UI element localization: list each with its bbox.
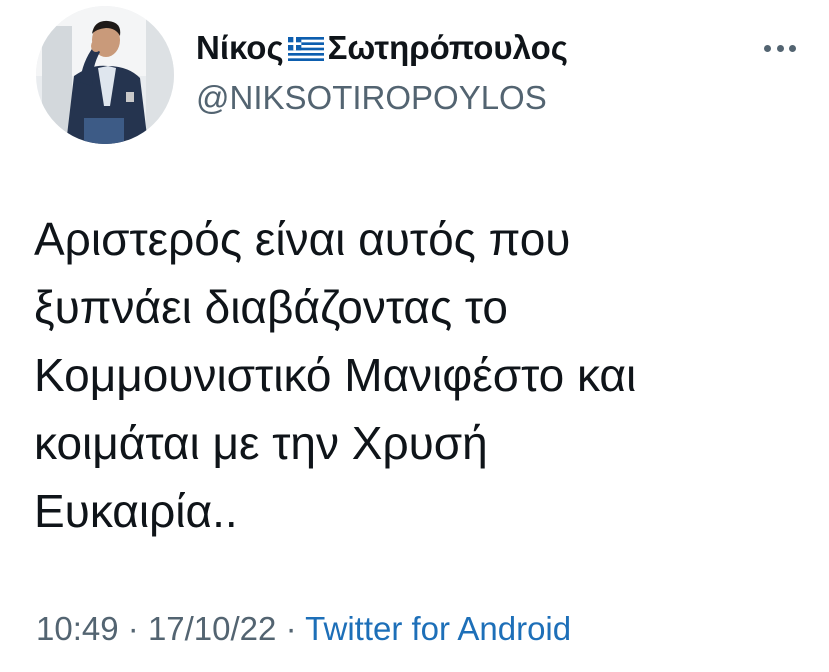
tweet-text-line: κοιμάται με την Χρυσή xyxy=(34,417,488,469)
author-last-name: Σωτηρόπουλος xyxy=(327,29,568,66)
greek-flag-icon xyxy=(287,37,324,61)
more-dot xyxy=(789,44,796,52)
meta-separator: · xyxy=(127,610,139,647)
author-handle[interactable]: @NIKSOTIROPOYLOS xyxy=(196,78,547,118)
author-avatar[interactable] xyxy=(36,6,174,144)
tweet-date[interactable]: 17/10/22 xyxy=(148,610,276,647)
author-first-name: Νίκος xyxy=(196,29,284,66)
tweet-text-line: Ευκαιρία.. xyxy=(34,485,238,537)
meta-separator: · xyxy=(285,610,297,647)
tweet-text-line: ξυπνάει διαβάζοντας το xyxy=(34,281,509,333)
tweet-text-line: Κομμουνιστικό Μανιφέστο και xyxy=(34,349,637,401)
more-dot xyxy=(776,44,784,52)
tweet-text-line: Αριστερός είναι αυτός που xyxy=(34,213,571,265)
tweet-text: Αριστερός είναι αυτός που ξυπνάει διαβάζ… xyxy=(34,205,814,545)
tweet-source-link[interactable]: Twitter for Android xyxy=(305,610,571,647)
more-options-icon[interactable] xyxy=(764,38,796,58)
author-display-name[interactable]: Νίκος Σωτηρόπουλος xyxy=(196,28,568,68)
more-dot xyxy=(764,44,771,52)
tweet-metadata: 10:49 · 17/10/22 · Twitter for Android xyxy=(36,609,571,649)
tweet-time[interactable]: 10:49 xyxy=(36,610,119,647)
